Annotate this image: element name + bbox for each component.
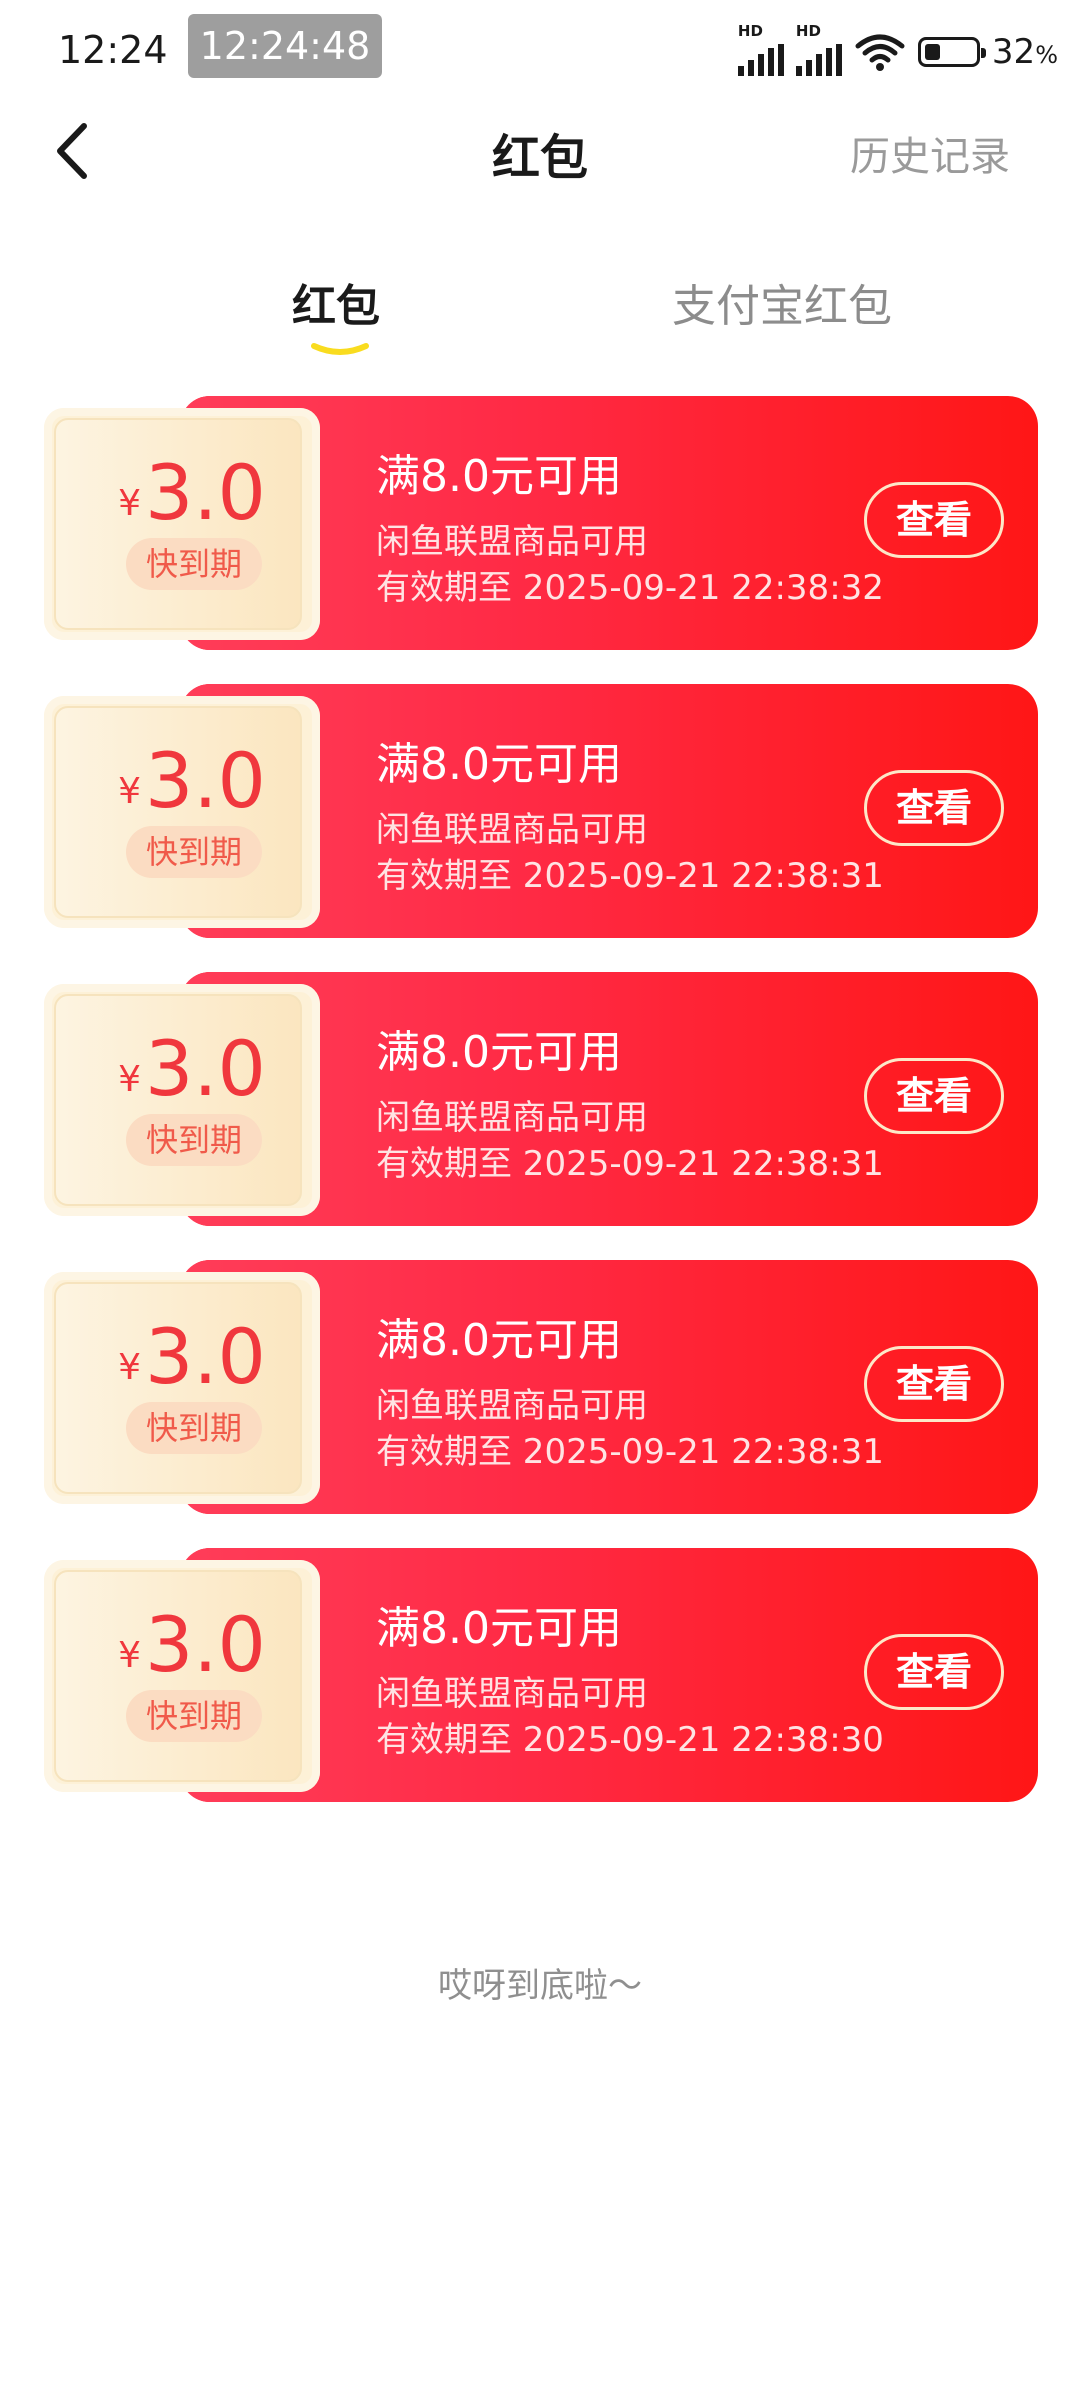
coupon-list: ¥3.0 快到期 满8.0元可用 闲鱼联盟商品可用 有效期至 2025-09-2… — [44, 396, 1038, 1836]
coupon-amount: ¥3.0 — [44, 448, 340, 537]
coupon-card[interactable]: ¥3.0 快到期 满8.0元可用 闲鱼联盟商品可用 有效期至 2025-09-2… — [44, 396, 1038, 650]
coupon-condition: 满8.0元可用 — [376, 451, 622, 502]
end-of-list-text: 哎呀到底啦～ — [438, 1966, 642, 2006]
active-tab-indicator — [311, 343, 369, 355]
currency-symbol: ¥ — [118, 483, 142, 524]
amount-value: 3.0 — [145, 1312, 266, 1401]
coupon-card[interactable]: ¥3.0 快到期 满8.0元可用 闲鱼联盟商品可用 有效期至 2025-09-2… — [44, 1548, 1038, 1802]
view-button[interactable]: 查看 — [864, 482, 1004, 558]
coupon-validity: 有效期至 2025-09-21 22:38:31 — [376, 1144, 884, 1184]
coupon-scope: 闲鱼联盟商品可用 — [376, 1674, 648, 1714]
view-button[interactable]: 查看 — [864, 1634, 1004, 1710]
currency-symbol: ¥ — [118, 1347, 142, 1388]
tab-hongbao[interactable]: 红包 — [292, 270, 380, 334]
coupon-validity: 有效期至 2025-09-21 22:38:31 — [376, 856, 884, 896]
coupon-validity: 有效期至 2025-09-21 22:38:30 — [376, 1720, 884, 1760]
coupon-condition: 满8.0元可用 — [376, 1027, 622, 1078]
history-button[interactable]: 历史记录 — [850, 124, 1010, 182]
coupon-scope: 闲鱼联盟商品可用 — [376, 1386, 648, 1426]
coupon-validity: 有效期至 2025-09-21 22:38:32 — [376, 568, 884, 608]
coupon-scope: 闲鱼联盟商品可用 — [376, 810, 648, 850]
amount-value: 3.0 — [145, 448, 266, 537]
coupon-validity: 有效期至 2025-09-21 22:38:31 — [376, 1432, 884, 1472]
wifi-icon — [855, 34, 905, 71]
status-icons: HD HD 32% — [737, 22, 1058, 76]
clock-overlay: 12:24:48 — [188, 14, 382, 78]
coupon-amount: ¥3.0 — [44, 1024, 340, 1113]
status-bar: 12:24 12:24:48 HD HD 32% — [0, 0, 1080, 96]
status-time: 12:24 — [58, 28, 168, 72]
coupon-scope: 闲鱼联盟商品可用 — [376, 522, 648, 562]
expiring-soon-badge: 快到期 — [126, 1114, 262, 1166]
tab-bar: 红包 支付宝红包 — [0, 270, 1080, 360]
nav-bar: 红包 历史记录 — [0, 96, 1080, 206]
amount-value: 3.0 — [145, 1600, 266, 1689]
network-type-label: HD — [737, 22, 763, 40]
coupon-condition: 满8.0元可用 — [376, 739, 622, 790]
signal-icon: HD — [795, 22, 842, 76]
amount-value: 3.0 — [145, 1024, 266, 1113]
view-button[interactable]: 查看 — [864, 1346, 1004, 1422]
signal-icon: HD — [737, 22, 784, 76]
coupon-amount: ¥3.0 — [44, 1312, 340, 1401]
coupon-card[interactable]: ¥3.0 快到期 满8.0元可用 闲鱼联盟商品可用 有效期至 2025-09-2… — [44, 972, 1038, 1226]
expiring-soon-badge: 快到期 — [126, 1690, 262, 1742]
currency-symbol: ¥ — [118, 771, 142, 812]
currency-symbol: ¥ — [118, 1059, 142, 1100]
coupon-condition: 满8.0元可用 — [376, 1603, 622, 1654]
battery-percent: 32% — [991, 32, 1058, 72]
coupon-card[interactable]: ¥3.0 快到期 满8.0元可用 闲鱼联盟商品可用 有效期至 2025-09-2… — [44, 684, 1038, 938]
coupon-card[interactable]: ¥3.0 快到期 满8.0元可用 闲鱼联盟商品可用 有效期至 2025-09-2… — [44, 1260, 1038, 1514]
expiring-soon-badge: 快到期 — [126, 1402, 262, 1454]
coupon-amount: ¥3.0 — [44, 736, 340, 825]
coupon-condition: 满8.0元可用 — [376, 1315, 622, 1366]
amount-value: 3.0 — [145, 736, 266, 825]
coupon-scope: 闲鱼联盟商品可用 — [376, 1098, 648, 1138]
battery-icon — [917, 37, 986, 67]
expiring-soon-badge: 快到期 — [126, 826, 262, 878]
view-button[interactable]: 查看 — [864, 1058, 1004, 1134]
currency-symbol: ¥ — [118, 1635, 142, 1676]
coupon-amount: ¥3.0 — [44, 1600, 340, 1689]
network-type-label: HD — [795, 22, 821, 40]
expiring-soon-badge: 快到期 — [126, 538, 262, 590]
tab-alipay-hongbao[interactable]: 支付宝红包 — [672, 270, 892, 334]
view-button[interactable]: 查看 — [864, 770, 1004, 846]
